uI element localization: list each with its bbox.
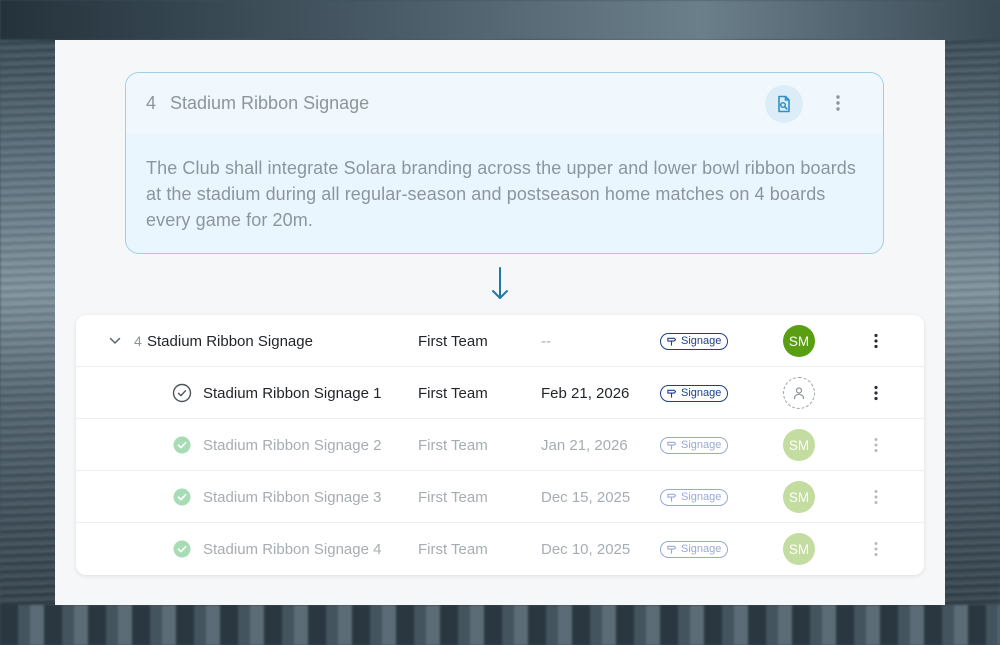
clause-number: 4 bbox=[146, 92, 157, 113]
check-circle-outline-icon bbox=[172, 383, 192, 403]
chevron-down-icon bbox=[109, 337, 121, 344]
table-row[interactable]: Stadium Ribbon Signage 3 First Team Dec … bbox=[76, 471, 924, 523]
arrow-down-icon bbox=[492, 267, 508, 299]
row-menu-button[interactable] bbox=[868, 419, 884, 471]
assign-user-button[interactable] bbox=[783, 377, 815, 409]
signpost-icon bbox=[667, 441, 677, 450]
date-cell: -- bbox=[541, 332, 551, 350]
check-circle-filled-icon bbox=[173, 436, 191, 454]
document-search-button[interactable] bbox=[765, 85, 803, 123]
signage-tag[interactable]: Signage bbox=[660, 332, 729, 350]
date-cell: Dec 10, 2025 bbox=[541, 540, 631, 558]
date-cell: Dec 15, 2025 bbox=[541, 488, 631, 506]
obligation-name[interactable]: Stadium Ribbon Signage 3 bbox=[203, 471, 381, 523]
team-cell: First Team bbox=[418, 436, 488, 454]
avatar[interactable]: SM bbox=[783, 533, 815, 565]
team-cell: First Team bbox=[418, 540, 488, 558]
signpost-icon bbox=[667, 337, 677, 346]
parent-name[interactable]: Stadium Ribbon Signage bbox=[147, 315, 313, 367]
tag-label: Signage bbox=[681, 387, 722, 399]
user-icon bbox=[793, 387, 805, 400]
status-done[interactable] bbox=[172, 523, 192, 575]
more-vertical-icon bbox=[874, 490, 878, 504]
clause-title: Stadium Ribbon Signage bbox=[170, 92, 370, 113]
team-cell: First Team bbox=[418, 488, 488, 506]
collapse-chevron-button[interactable] bbox=[109, 315, 123, 367]
date-cell: Feb 21, 2026 bbox=[541, 384, 630, 402]
obligation-name[interactable]: Stadium Ribbon Signage 2 bbox=[203, 419, 381, 471]
tag-label: Signage bbox=[681, 543, 722, 555]
team-cell: First Team bbox=[418, 332, 488, 350]
signpost-icon bbox=[667, 545, 677, 554]
more-vertical-icon bbox=[836, 95, 840, 111]
status-pending[interactable] bbox=[172, 367, 192, 419]
date-cell: Jan 21, 2026 bbox=[541, 436, 628, 454]
more-vertical-icon bbox=[874, 333, 878, 349]
avatar[interactable]: SM bbox=[783, 481, 815, 513]
tag-label: Signage bbox=[681, 491, 722, 503]
signage-tag[interactable]: Signage bbox=[660, 540, 729, 558]
check-circle-filled-icon bbox=[173, 540, 191, 558]
row-menu-button[interactable] bbox=[868, 471, 884, 523]
signage-tag[interactable]: Signage bbox=[660, 436, 729, 454]
check-circle-filled-icon bbox=[173, 488, 191, 506]
row-menu-button[interactable] bbox=[868, 367, 884, 419]
table-row[interactable]: Stadium Ribbon Signage 1 First Team Feb … bbox=[76, 367, 924, 419]
signpost-icon bbox=[667, 389, 677, 398]
tag-label: Signage bbox=[681, 335, 722, 347]
document-search-icon bbox=[778, 95, 790, 113]
avatar[interactable]: SM bbox=[783, 429, 815, 461]
more-vertical-icon bbox=[874, 542, 878, 556]
row-menu-button[interactable] bbox=[868, 523, 884, 575]
more-vertical-icon bbox=[874, 385, 878, 401]
clause-card: 4 Stadium Ribbon Signage The Club shall … bbox=[125, 72, 884, 254]
status-done[interactable] bbox=[172, 419, 192, 471]
obligation-name[interactable]: Stadium Ribbon Signage 4 bbox=[203, 523, 381, 575]
table-row-parent[interactable]: 4 Stadium Ribbon Signage First Team -- S… bbox=[76, 315, 924, 367]
table-row[interactable]: Stadium Ribbon Signage 4 First Team Dec … bbox=[76, 523, 924, 575]
main-panel: 4 Stadium Ribbon Signage The Club shall … bbox=[55, 40, 945, 605]
clause-header: 4 Stadium Ribbon Signage bbox=[126, 73, 883, 133]
avatar[interactable]: SM bbox=[783, 325, 815, 357]
signage-tag[interactable]: Signage bbox=[660, 384, 729, 402]
clause-body: The Club shall integrate Solara branding… bbox=[146, 158, 857, 230]
row-menu-button[interactable] bbox=[868, 315, 884, 367]
parent-number: 4 bbox=[134, 333, 142, 349]
obligations-table: 4 Stadium Ribbon Signage First Team -- S… bbox=[76, 315, 924, 575]
more-vertical-icon bbox=[874, 438, 878, 452]
clause-menu-button[interactable] bbox=[826, 91, 850, 115]
status-done[interactable] bbox=[172, 471, 192, 523]
obligation-name[interactable]: Stadium Ribbon Signage 1 bbox=[203, 367, 381, 419]
team-cell: First Team bbox=[418, 384, 488, 402]
table-row[interactable]: Stadium Ribbon Signage 2 First Team Jan … bbox=[76, 419, 924, 471]
tag-label: Signage bbox=[681, 439, 722, 451]
signpost-icon bbox=[667, 493, 677, 502]
signage-tag[interactable]: Signage bbox=[660, 488, 729, 506]
